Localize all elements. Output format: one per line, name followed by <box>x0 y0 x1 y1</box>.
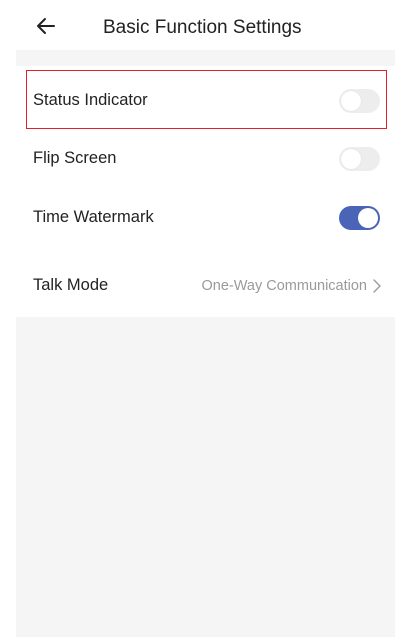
flip-screen-row: Flip Screen <box>16 129 395 187</box>
talk-mode-value: One-Way Communication <box>201 278 367 294</box>
talk-mode-row[interactable]: Talk Mode One-Way Communication <box>16 256 395 314</box>
settings-list: Status Indicator Flip Screen Time Waterm… <box>16 66 395 317</box>
arrow-left-icon <box>37 18 55 34</box>
time-watermark-label: Time Watermark <box>33 208 154 226</box>
talk-mode-label: Talk Mode <box>33 276 109 294</box>
status-indicator-label: Status Indicator <box>33 91 148 109</box>
status-indicator-row: Status Indicator <box>16 71 395 129</box>
time-watermark-toggle[interactable] <box>339 206 380 230</box>
settings-panel: Status Indicator Flip Screen Time Waterm… <box>16 50 395 637</box>
page-title: Basic Function Settings <box>103 17 302 38</box>
flip-screen-label: Flip Screen <box>33 149 117 167</box>
toggle-knob <box>341 91 361 111</box>
status-indicator-toggle[interactable] <box>339 89 380 113</box>
back-button[interactable] <box>34 14 58 38</box>
flip-screen-toggle[interactable] <box>339 147 380 171</box>
toggle-knob <box>358 208 378 228</box>
time-watermark-row: Time Watermark <box>16 188 395 246</box>
header: Basic Function Settings <box>0 0 395 50</box>
chevron-right-icon <box>373 279 381 293</box>
toggle-knob <box>341 149 361 169</box>
